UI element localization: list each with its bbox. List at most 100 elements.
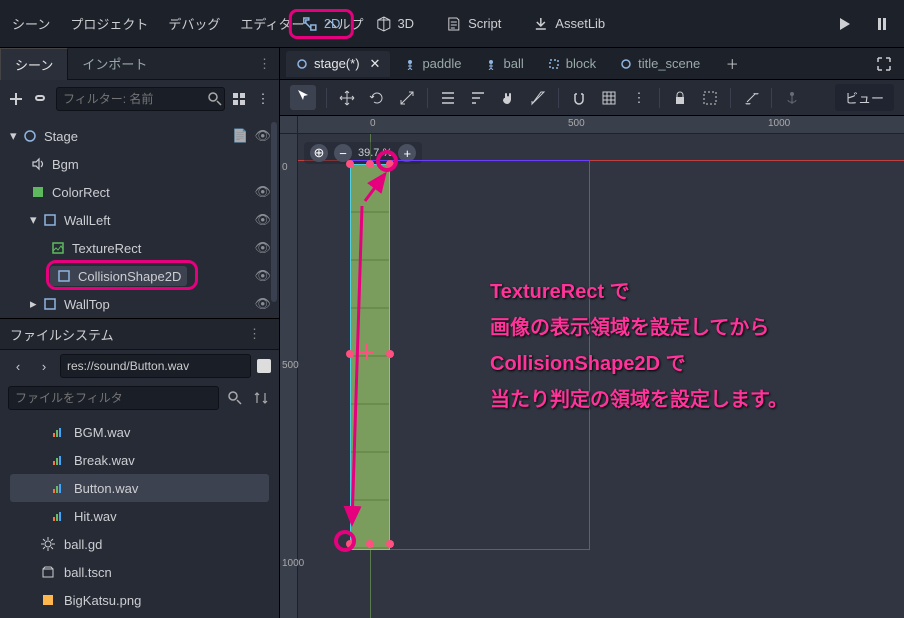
menu-project[interactable]: プロジェクト (70, 14, 148, 33)
ruler-tool-button[interactable] (528, 88, 548, 108)
tree-node-wallleft[interactable]: ▾ WallLeft 👁 (0, 206, 279, 234)
dock-menu-icon[interactable]: ⋮ (248, 326, 261, 342)
ed-tab-label: paddle (422, 56, 461, 71)
visibility-icon[interactable]: 👁 (254, 212, 271, 228)
link-scene-button[interactable] (32, 89, 48, 109)
script-icon[interactable]: 📄 (232, 128, 248, 144)
view-menu-button[interactable]: ビュー (835, 84, 894, 111)
lock-tool-button[interactable] (468, 88, 488, 108)
fs-item-button[interactable]: Button.wav (10, 474, 269, 502)
fs-item-bgm[interactable]: BGM.wav (0, 418, 279, 446)
rigidbody-icon (404, 58, 416, 70)
scale-tool-button[interactable] (397, 88, 417, 108)
rotate-tool-button[interactable] (367, 88, 387, 108)
snap-options-button[interactable]: ⋮ (629, 88, 649, 108)
ruler-tick: 1000 (282, 558, 304, 569)
resize-handle[interactable] (386, 350, 394, 358)
tree-label: WallTop (64, 297, 110, 312)
search-icon[interactable] (225, 388, 245, 408)
visibility-icon[interactable]: 👁 (254, 296, 271, 312)
visibility-icon[interactable]: 👁 (254, 128, 271, 144)
group-button[interactable] (700, 88, 720, 108)
zoom-reset-button[interactable]: ⊕ (310, 144, 328, 162)
add-tab-button[interactable]: ＋ (722, 54, 742, 74)
filesystem-nav: ‹ › (0, 350, 279, 382)
ruler-tick: 0 (282, 162, 288, 173)
list-tool-button[interactable] (438, 88, 458, 108)
visibility-icon[interactable]: 👁 (254, 240, 271, 256)
fs-item-bigkatsu[interactable]: BigKatsu.png (0, 586, 279, 614)
main-menubar: シーン プロジェクト デバッグ エディター ヘルプ 2D 3D Script A… (0, 0, 904, 48)
ruler-tick: 1000 (768, 118, 790, 129)
visibility-icon[interactable]: 👁 (254, 268, 271, 284)
filesystem-filter-input[interactable] (8, 386, 219, 410)
tree-label: Stage (44, 129, 78, 144)
audio-icon (50, 424, 66, 440)
tree-scrollbar[interactable] (271, 122, 277, 302)
tree-node-bgm[interactable]: Bgm (0, 150, 279, 178)
select-tool-button[interactable] (290, 85, 316, 110)
tree-label: ColorRect (52, 185, 110, 200)
menu-scene[interactable]: シーン (12, 14, 50, 33)
dock-menu-icon[interactable]: ⋮ (258, 56, 271, 72)
menu-debug[interactable]: デバッグ (168, 14, 220, 33)
ed-tab-paddle[interactable]: paddle (394, 51, 471, 76)
ruler-tick: 500 (568, 118, 585, 129)
mode-assetlib-button[interactable]: AssetLib (523, 12, 615, 36)
nav-fwd-button[interactable]: › (34, 356, 54, 376)
ed-tab-title[interactable]: title_scene (610, 51, 710, 76)
sort-icon[interactable] (251, 388, 271, 408)
tree-node-walltop[interactable]: ▸ WallTop 👁 (0, 290, 279, 318)
ruler-tick: 500 (282, 360, 299, 371)
move-tool-button[interactable] (337, 88, 357, 108)
play-button[interactable] (834, 14, 854, 34)
canvas-viewport[interactable]: 0 500 1000 0 500 1000 ⊕ − 39.7 % + (280, 116, 904, 618)
mode-assetlib-label: AssetLib (555, 16, 605, 31)
tree-node-texturerect[interactable]: TextureRect 👁 (0, 234, 279, 262)
visibility-icon[interactable]: 👁 (254, 184, 271, 200)
scene-icon (40, 564, 56, 580)
snap-toggle-button[interactable] (569, 88, 589, 108)
resize-handle[interactable] (386, 540, 394, 548)
scene-more-icon[interactable]: ⋮ (255, 89, 271, 109)
lock-button[interactable] (670, 88, 690, 108)
scene-toolbar: ⋮ (0, 80, 279, 118)
fs-label: BGM.wav (74, 425, 130, 440)
colorrect-icon (30, 184, 46, 200)
bone-button[interactable] (741, 88, 761, 108)
anchor-button[interactable] (782, 88, 802, 108)
pause-button[interactable] (872, 14, 892, 34)
fs-item-hit[interactable]: Hit.wav (0, 502, 279, 530)
fs-item-ballgd[interactable]: ball.gd (0, 530, 279, 558)
resize-handle[interactable] (366, 540, 374, 548)
tree-node-collisionshape2d[interactable]: CollisionShape2D 👁 (0, 262, 279, 290)
tab-scene[interactable]: シーン (0, 48, 68, 80)
anno-line: CollisionShape2D で (490, 346, 788, 382)
mode-2d-button[interactable]: 2D (289, 9, 354, 39)
audiostream-icon (30, 156, 46, 172)
scene-filter-input[interactable] (56, 87, 225, 111)
mode-3d-button[interactable]: 3D (365, 12, 424, 36)
ed-tab-ball[interactable]: ball (475, 51, 533, 76)
filesystem-path-input[interactable] (60, 354, 251, 378)
ed-tab-stage[interactable]: stage(*) ✕ (286, 51, 390, 77)
ruler-horizontal: 0 500 1000 (298, 116, 904, 134)
nav-back-button[interactable]: ‹ (8, 356, 28, 376)
mode-script-button[interactable]: Script (436, 12, 511, 36)
distraction-free-button[interactable] (874, 54, 894, 74)
fs-item-break[interactable]: Break.wav (0, 446, 279, 474)
anno-line: 当たり判定の領域を設定します。 (490, 382, 788, 418)
pan-tool-button[interactable] (498, 88, 518, 108)
scene-dock-tabs: シーン インポート ⋮ (0, 48, 279, 80)
scene-search-icon[interactable] (207, 89, 223, 109)
add-node-button[interactable] (8, 89, 24, 109)
grid-snap-button[interactable] (599, 88, 619, 108)
fs-item-balltscn[interactable]: ball.tscn (0, 558, 279, 586)
tree-node-stage[interactable]: ▾ Stage 📄 👁 (0, 122, 279, 150)
close-icon[interactable]: ✕ (370, 56, 381, 72)
scene-extra1-icon[interactable] (231, 89, 247, 109)
ed-tab-block[interactable]: block (538, 51, 606, 76)
tree-label: TextureRect (72, 241, 141, 256)
tab-import[interactable]: インポート (68, 48, 161, 79)
tree-node-colorrect[interactable]: ColorRect 👁 (0, 178, 279, 206)
